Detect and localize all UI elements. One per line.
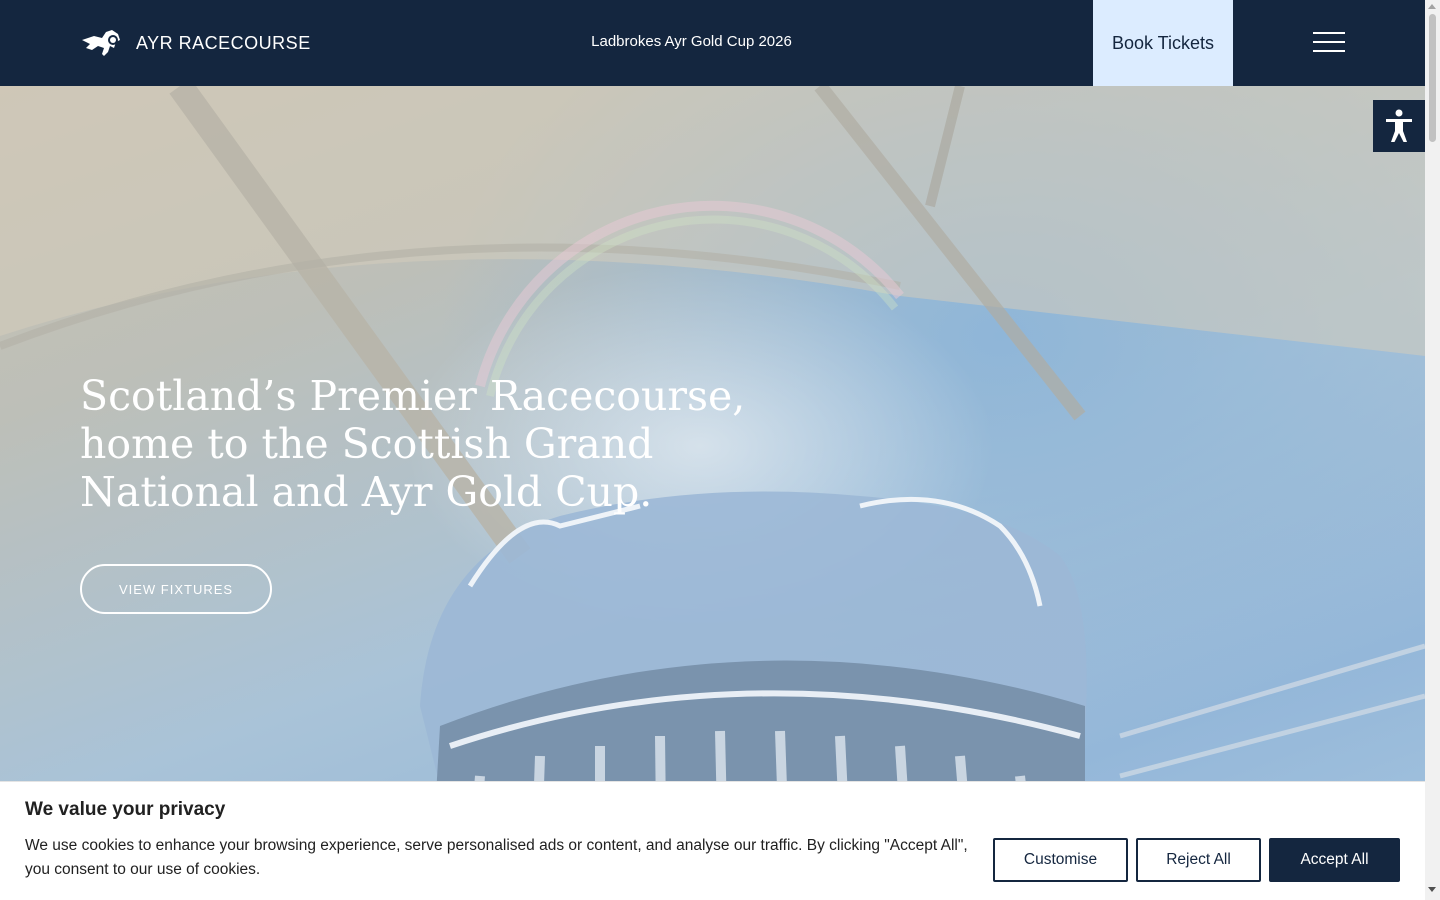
view-fixtures-button[interactable]: VIEW FIXTURES — [80, 564, 272, 614]
cookie-consent-banner: We value your privacy We use cookies to … — [0, 781, 1425, 900]
scroll-up-arrow-icon[interactable] — [1428, 4, 1436, 9]
site-header: AYR RACECOURSE Ladbrokes Ayr Gold Cup 20… — [0, 0, 1425, 86]
cookie-banner-text: We use cookies to enhance your browsing … — [25, 837, 968, 878]
accessibility-button[interactable] — [1373, 100, 1425, 152]
book-tickets-button[interactable]: Book Tickets — [1093, 0, 1233, 86]
page-scrollbar[interactable] — [1425, 0, 1440, 900]
hamburger-menu-icon[interactable] — [1313, 32, 1345, 54]
hero-title: Scotland’s Premier Racecourse, home to t… — [80, 372, 746, 516]
scroll-thumb[interactable] — [1429, 14, 1436, 142]
hero-section: Scotland’s Premier Racecourse, home to t… — [0, 86, 1425, 900]
customise-button[interactable]: Customise — [993, 838, 1128, 882]
accept-all-button[interactable]: Accept All — [1269, 838, 1400, 882]
reject-all-button[interactable]: Reject All — [1136, 838, 1261, 882]
accessibility-icon — [1386, 109, 1412, 142]
cookie-banner-title: We value your privacy — [25, 799, 226, 820]
scroll-down-arrow-icon[interactable] — [1428, 887, 1436, 892]
